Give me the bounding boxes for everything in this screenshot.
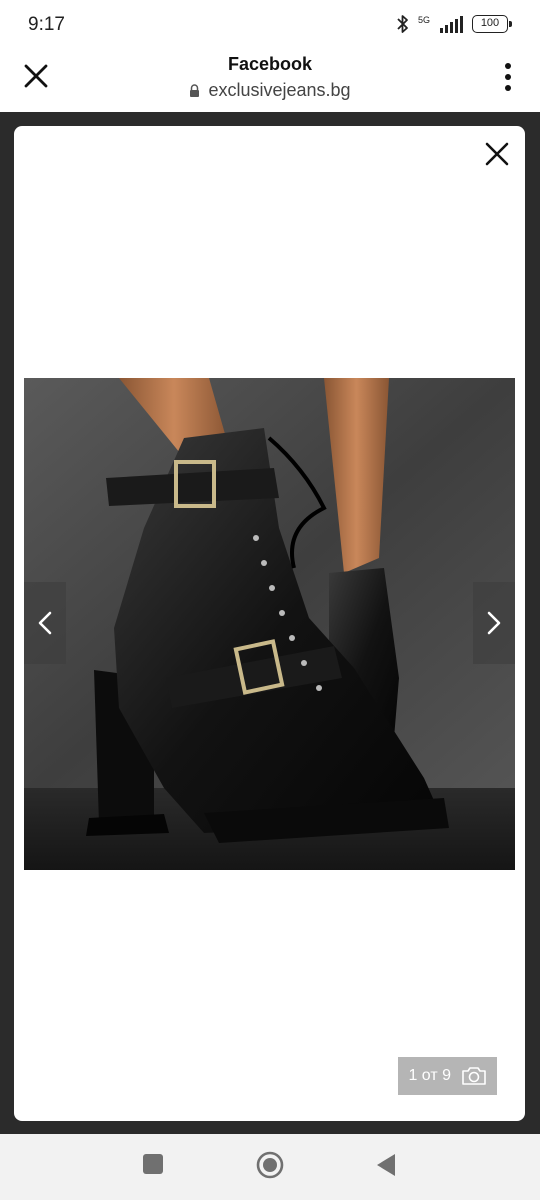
url-display[interactable]: exclusivejeans.bg (0, 80, 540, 101)
status-icons: 5G 100 (396, 14, 512, 34)
lock-icon (190, 84, 200, 97)
boot-illustration (24, 378, 515, 870)
system-nav-bar (0, 1134, 540, 1200)
home-icon[interactable] (256, 1151, 284, 1179)
recent-apps-icon[interactable] (143, 1154, 163, 1174)
product-image[interactable] (24, 378, 515, 870)
browser-header: Facebook exclusivejeans.bg (0, 48, 540, 112)
more-vertical-icon[interactable] (502, 62, 514, 92)
url-text: exclusivejeans.bg (208, 80, 351, 100)
page-title: Facebook (227, 54, 313, 74)
signal-icon (440, 16, 463, 33)
image-lightbox: 1 от 9 (14, 126, 525, 1121)
status-time: 9:17 (28, 14, 65, 35)
prev-image-button[interactable] (24, 582, 66, 664)
chevron-right-icon (487, 611, 501, 635)
bluetooth-icon (397, 15, 408, 33)
status-bar: 9:17 5G 100 (0, 0, 540, 48)
image-counter: 1 от 9 (398, 1057, 497, 1095)
image-counter-text: 1 от 9 (408, 1067, 451, 1084)
network-type: 5G (417, 14, 430, 25)
close-icon[interactable] (483, 140, 511, 168)
camera-icon (462, 1067, 486, 1085)
chevron-left-icon (38, 611, 52, 635)
next-image-button[interactable] (473, 582, 515, 664)
back-icon[interactable] (375, 1152, 397, 1178)
battery-icon: 100 (472, 15, 512, 33)
